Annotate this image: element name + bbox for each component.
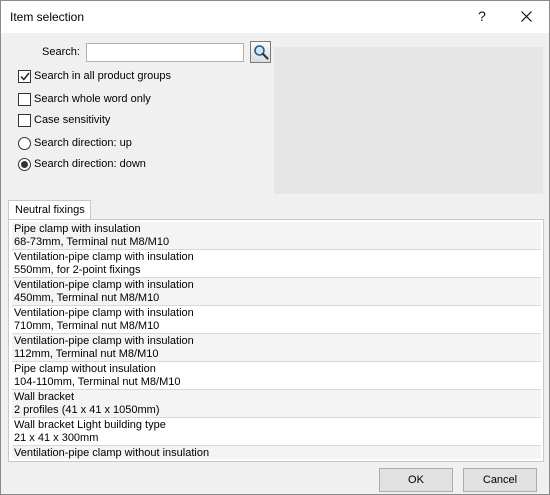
option-case-sensitivity[interactable]: Case sensitivity <box>18 112 110 128</box>
list-item[interactable]: Wall bracket 2 profiles (41 x 41 x 1050mm… <box>12 390 541 418</box>
all-groups-label: Search in all product groups <box>34 70 171 82</box>
list-item[interactable]: Ventilation-pipe clamp with insulation 11… <box>12 334 541 362</box>
cancel-button[interactable]: Cancel <box>463 468 537 492</box>
item-name: Wall bracket Light building type <box>14 419 166 431</box>
radio-selected-dot <box>21 160 28 168</box>
close-icon <box>520 11 532 22</box>
whole-word-checkbox[interactable] <box>18 92 31 106</box>
list-item[interactable]: Ventilation-pipe clamp with insulation 71… <box>12 306 541 334</box>
item-name: Wall bracket <box>14 391 75 403</box>
item-name: Pipe clamp with insulation <box>14 223 141 235</box>
window-title: Item selection <box>10 10 85 24</box>
item-description: 2 profiles (41 x 41 x 1050mm) <box>14 404 160 416</box>
direction-up-label: Search direction: up <box>34 137 132 149</box>
option-direction-up[interactable]: Search direction: up <box>18 135 132 151</box>
item-description: 550mm, for 2-point fixings <box>14 264 141 276</box>
magnifier-icon <box>253 45 269 60</box>
item-list[interactable]: Pipe clamp with insulation 68-73mm, Termi… <box>12 222 541 459</box>
item-list-frame: Pipe clamp with insulation 68-73mm, Termi… <box>8 219 544 462</box>
option-direction-down[interactable]: Search direction: down <box>18 156 146 172</box>
option-whole-word[interactable]: Search whole word only <box>18 91 151 107</box>
case-sensitivity-label: Case sensitivity <box>34 114 111 126</box>
item-name: Ventilation-pipe clamp with insulation <box>14 279 194 291</box>
list-item[interactable]: Wall bracket Light building type 21 x 41 … <box>12 418 541 446</box>
item-description: 450mm, Terminal nut M8/M10 <box>14 292 160 304</box>
ok-button[interactable]: OK <box>379 468 453 492</box>
tab-neutral-fixings[interactable]: Neutral fixings <box>8 200 91 220</box>
item-description: 104-110mm, Terminal nut M8/M10 <box>14 376 181 388</box>
item-description: 21 x 41 x 300mm <box>14 432 99 444</box>
title-bar: Item selection ? <box>1 1 549 33</box>
direction-down-label: Search direction: down <box>34 158 146 170</box>
item-description: 710mm, Terminal nut M8/M10 <box>14 320 160 332</box>
list-item[interactable]: Ventilation-pipe clamp with insulation 55… <box>12 250 541 278</box>
item-description: 68-73mm, Terminal nut M8/M10 <box>14 236 170 248</box>
list-item[interactable]: Pipe clamp with insulation 68-73mm, Termi… <box>12 222 541 250</box>
item-selection-dialog: Item selection ? Search: Search in all p… <box>0 0 550 495</box>
search-button[interactable] <box>250 41 271 63</box>
direction-down-radio[interactable] <box>18 157 31 171</box>
item-name: Ventilation-pipe clamp with insulation <box>14 251 194 263</box>
item-name: Ventilation-pipe clamp with insulation <box>14 307 194 319</box>
dialog-body: Search: Search in all product groups Sea… <box>1 33 549 463</box>
direction-up-radio[interactable] <box>18 136 31 150</box>
item-description: 112mm, Terminal nut M8/M10 <box>14 348 159 360</box>
dialog-footer: OK Cancel <box>1 463 549 494</box>
close-button[interactable] <box>503 1 549 32</box>
list-item[interactable]: Ventilation-pipe clamp with insulation 45… <box>12 278 541 306</box>
checkmark-icon <box>19 72 30 81</box>
preview-pane <box>274 47 543 194</box>
search-label: Search: <box>42 46 80 58</box>
case-sensitivity-checkbox[interactable] <box>18 113 31 127</box>
whole-word-label: Search whole word only <box>34 93 151 105</box>
help-button[interactable]: ? <box>459 1 505 32</box>
list-item[interactable]: Pipe clamp without insulation 104-110mm, … <box>12 362 541 390</box>
item-name: Ventilation-pipe clamp without insulatio… <box>14 447 210 459</box>
option-all-product-groups[interactable]: Search in all product groups <box>18 68 171 84</box>
all-groups-checkbox[interactable] <box>18 69 31 83</box>
item-name: Ventilation-pipe clamp with insulation <box>14 335 194 347</box>
item-name: Pipe clamp without insulation <box>14 363 156 375</box>
search-input[interactable] <box>86 43 244 62</box>
list-item[interactable]: Ventilation-pipe clamp without insulatio… <box>12 446 541 459</box>
